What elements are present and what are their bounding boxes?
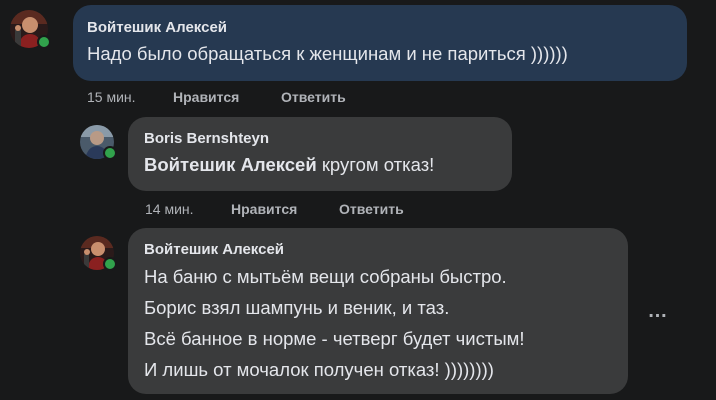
avatar[interactable] xyxy=(80,236,117,271)
comment-bubble: Войтешик Алексей Надо было обращаться к … xyxy=(73,5,687,81)
more-options-icon[interactable]: … xyxy=(643,296,673,326)
online-status-icon xyxy=(103,146,117,160)
like-button[interactable]: Нравится xyxy=(231,201,339,217)
comment-author[interactable]: Войтешик Алексей xyxy=(87,19,673,36)
comment-text-body: кругом отказ! xyxy=(316,154,435,175)
comment-actions: 14 мин. Нравится Ответить xyxy=(145,201,404,217)
comment-time[interactable]: 15 мин. xyxy=(87,89,173,105)
comment-time[interactable]: 14 мин. xyxy=(145,201,231,217)
comment-author[interactable]: Boris Bernshteyn xyxy=(144,130,496,147)
comment-text: Войтешик Алексей кругом отказ! xyxy=(144,154,496,176)
comment-bubble: Войтешик Алексей На баню с мытьём вещи с… xyxy=(128,228,628,394)
comment-text-line: Борис взял шампунь и веник, и таз. xyxy=(144,297,450,318)
comment-author[interactable]: Войтешик Алексей xyxy=(144,241,612,258)
online-status-icon xyxy=(37,35,51,49)
reply-button[interactable]: Ответить xyxy=(281,89,346,105)
comment-actions: 15 мин. Нравится Ответить xyxy=(87,89,346,105)
avatar[interactable] xyxy=(10,10,51,49)
mention-link[interactable]: Войтешик Алексей xyxy=(144,154,317,175)
comment-text-line: На баню с мытьём вещи собраны быстро. xyxy=(144,266,507,287)
reply-button[interactable]: Ответить xyxy=(339,201,404,217)
comment-text: Надо было обращаться к женщинам и не пар… xyxy=(87,43,568,64)
comment-text-line: Всё банное в норме - четверг будет чисты… xyxy=(144,328,525,349)
online-status-icon xyxy=(103,257,117,271)
comment-bubble: Boris Bernshteyn Войтешик Алексей кругом… xyxy=(128,117,512,191)
comment-text-line: И лишь от мочалок получен отказ! )))))))… xyxy=(144,359,494,380)
avatar[interactable] xyxy=(80,125,117,160)
like-button[interactable]: Нравится xyxy=(173,89,281,105)
